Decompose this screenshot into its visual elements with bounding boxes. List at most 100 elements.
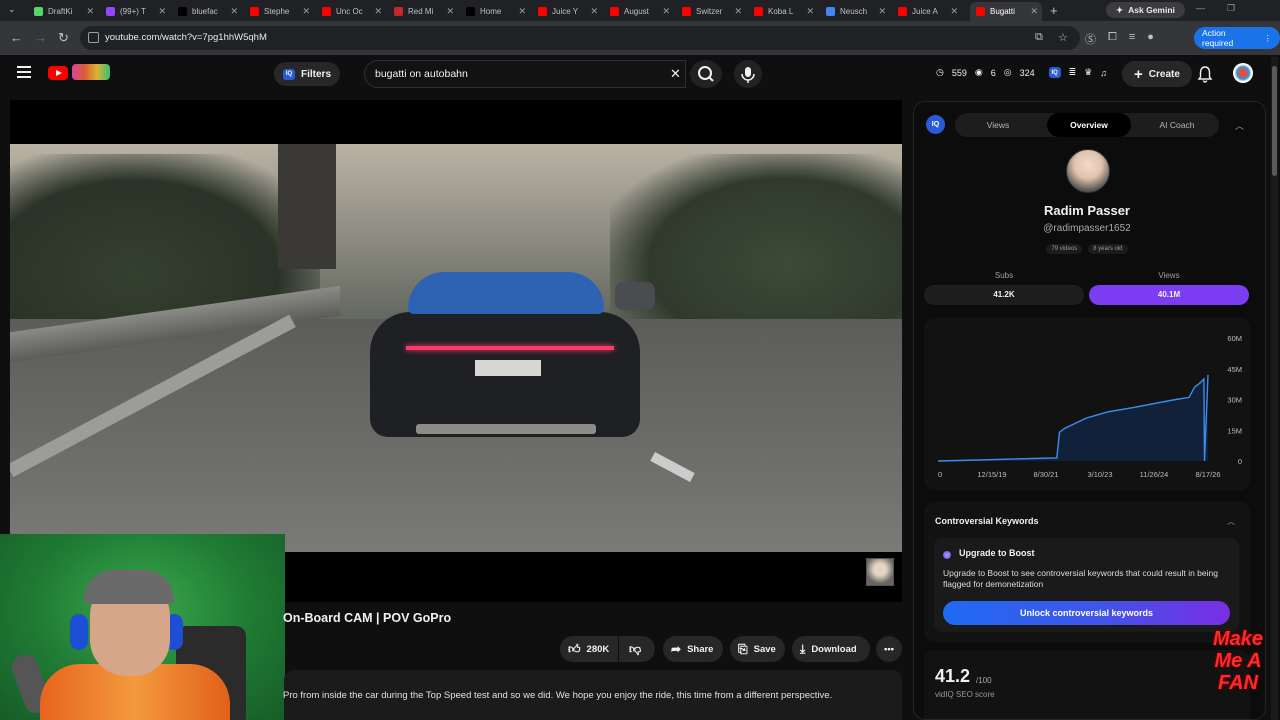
- close-tab-icon[interactable]: ✕: [950, 6, 958, 17]
- share-button[interactable]: ➦ Share: [663, 636, 723, 662]
- menu-icon[interactable]: [17, 66, 31, 78]
- channel-avatar[interactable]: [1066, 149, 1110, 193]
- search-button[interactable]: [690, 60, 722, 88]
- y-tick-label: 45M: [1227, 365, 1242, 374]
- channel-watermark[interactable]: [866, 558, 894, 586]
- tab-title: Neusch: [840, 7, 868, 16]
- new-tab-button[interactable]: +: [1050, 3, 1058, 18]
- puzzle-icon[interactable]: ⧠: [1108, 31, 1117, 47]
- close-tab-icon[interactable]: ✕: [302, 6, 310, 17]
- trophy-icon[interactable]: ♛: [1084, 67, 1092, 78]
- download-button[interactable]: ⤓ Download: [792, 636, 870, 662]
- browser-tab[interactable]: Stephe ✕: [244, 2, 314, 21]
- video-player[interactable]: [10, 100, 902, 602]
- list-icon[interactable]: ≣: [1069, 67, 1077, 78]
- browser-tab[interactable]: Home ✕: [460, 2, 530, 21]
- url-text[interactable]: youtube.com/watch?v=7pg1hhW5qhM: [105, 32, 267, 43]
- close-tab-icon[interactable]: ✕: [374, 6, 382, 17]
- kebab-menu-icon[interactable]: ⋮: [1264, 33, 1273, 44]
- create-button[interactable]: + Create: [1122, 61, 1192, 87]
- profile-icon[interactable]: ●: [1147, 31, 1154, 47]
- collapse-chevron-icon[interactable]: ︿: [1235, 119, 1244, 132]
- channel-name[interactable]: Radim Passer: [914, 203, 1260, 218]
- browser-tab[interactable]: DraftKi ✕: [28, 2, 98, 21]
- close-tab-icon[interactable]: ✕: [734, 6, 742, 17]
- omnibox[interactable]: youtube.com/watch?v=7pg1hhW5qhM ⧉ ☆: [80, 26, 1080, 50]
- subs-label: Subs: [994, 271, 1014, 280]
- bookmark-star-icon[interactable]: ☆: [1058, 31, 1068, 44]
- close-tab-icon[interactable]: ✕: [806, 6, 814, 17]
- close-tab-icon[interactable]: ✕: [158, 6, 166, 17]
- browser-tab[interactable]: August ✕: [604, 2, 674, 21]
- search-input[interactable]: bugatti on autobahn ✕: [364, 60, 686, 88]
- close-tab-icon[interactable]: ✕: [230, 6, 238, 17]
- forward-icon[interactable]: →: [34, 30, 47, 45]
- cast-icon[interactable]: ⧉: [1035, 31, 1043, 44]
- x-tick-label: 12/15/19: [977, 470, 1006, 479]
- browser-tab[interactable]: Neusch ✕: [820, 2, 890, 21]
- close-tab-icon[interactable]: ✕: [878, 6, 886, 17]
- vidiq-filters-button[interactable]: IQ Filters: [274, 62, 341, 86]
- clear-search-icon[interactable]: ✕: [670, 66, 681, 82]
- tab-search-icon[interactable]: ⌄: [8, 4, 16, 15]
- subs-toggle[interactable]: 41.2K: [924, 285, 1084, 305]
- close-tab-icon[interactable]: ✕: [1030, 6, 1038, 17]
- views-chart[interactable]: 0 15M 30M 45M 60M 0 12/15/19 8/30/21 3/10/23 11/2…: [924, 318, 1250, 490]
- seo-label: vidIQ SEO score: [935, 690, 995, 699]
- voice-search-button[interactable]: [734, 60, 762, 88]
- chevron-up-icon[interactable]: ︿: [1227, 516, 1235, 527]
- like-button[interactable]: 👍︎ 280K: [560, 636, 618, 662]
- extension-icons: Ⓢ ⧠ ≡ ●: [1085, 31, 1154, 47]
- filters-label: Filters: [301, 68, 332, 80]
- media-icon[interactable]: ≡: [1129, 31, 1135, 47]
- vidiq-icon[interactable]: IQ: [1048, 67, 1061, 78]
- description-text: Pro from inside the car during the Top S…: [283, 690, 833, 701]
- close-tab-icon[interactable]: ✕: [86, 6, 94, 17]
- tab-overview[interactable]: Overview: [1047, 113, 1131, 137]
- keywords-title: Controversial Keywords: [935, 516, 1039, 526]
- browser-tab[interactable]: Koba L ✕: [748, 2, 818, 21]
- clock-icon: ◷: [936, 67, 944, 77]
- save-button[interactable]: ⎘ Save: [730, 636, 785, 662]
- browser-tab[interactable]: Switzer ✕: [676, 2, 746, 21]
- search-query[interactable]: bugatti on autobahn: [375, 68, 468, 80]
- youtube-header: IQ Filters bugatti on autobahn ✕ ◷ 559 ◉ 6…: [0, 55, 1280, 93]
- restore-icon[interactable]: ❐: [1227, 3, 1235, 14]
- dislike-button[interactable]: 👎︎: [619, 636, 655, 662]
- search-icon: [698, 66, 714, 82]
- back-icon[interactable]: ←: [10, 30, 23, 45]
- tab-ai-coach[interactable]: AI Coach: [1135, 113, 1219, 137]
- notification-small-icon[interactable]: ♫: [1100, 68, 1107, 78]
- tab-title: Bugatti: [990, 7, 1015, 16]
- tab-favicon-icon: [826, 7, 835, 16]
- browser-tab[interactable]: Bugatti ✕: [970, 2, 1042, 21]
- unlock-keywords-button[interactable]: Unlock controversial keywords: [943, 601, 1230, 625]
- browser-tab[interactable]: bluefac ✕: [172, 2, 242, 21]
- close-tab-icon[interactable]: ✕: [662, 6, 670, 17]
- youtube-doodle[interactable]: [72, 64, 110, 80]
- tab-views[interactable]: Views: [957, 113, 1039, 137]
- browser-tab[interactable]: Juice A ✕: [892, 2, 962, 21]
- notifications-bell-icon[interactable]: [1197, 65, 1213, 83]
- minimize-icon[interactable]: —: [1196, 3, 1205, 14]
- ask-gemini-button[interactable]: ✦ Ask Gemini: [1106, 2, 1185, 18]
- extension-icon[interactable]: Ⓢ: [1085, 31, 1096, 47]
- tab-title: Unc Oc: [336, 7, 363, 16]
- x-tick-label: 11/26/24: [1140, 470, 1169, 479]
- browser-tab[interactable]: Juice Y ✕: [532, 2, 602, 21]
- browser-tab[interactable]: Unc Oc ✕: [316, 2, 386, 21]
- views-toggle[interactable]: 40.1M: [1089, 285, 1249, 305]
- close-tab-icon[interactable]: ✕: [590, 6, 598, 17]
- site-info-icon[interactable]: [88, 32, 99, 43]
- youtube-logo[interactable]: [48, 66, 68, 80]
- browser-tab[interactable]: Red Mi ✕: [388, 2, 458, 21]
- scene-bugatti: [370, 272, 640, 437]
- scrollbar-thumb[interactable]: [1272, 66, 1277, 176]
- close-tab-icon[interactable]: ✕: [518, 6, 526, 17]
- close-tab-icon[interactable]: ✕: [446, 6, 454, 17]
- browser-tab[interactable]: (99+) T ✕: [100, 2, 170, 21]
- account-avatar[interactable]: [1233, 63, 1253, 83]
- action-required-button[interactable]: Action required ⋮: [1194, 27, 1280, 49]
- more-actions-button[interactable]: •••: [876, 636, 902, 662]
- reload-icon[interactable]: ↻: [58, 30, 69, 46]
